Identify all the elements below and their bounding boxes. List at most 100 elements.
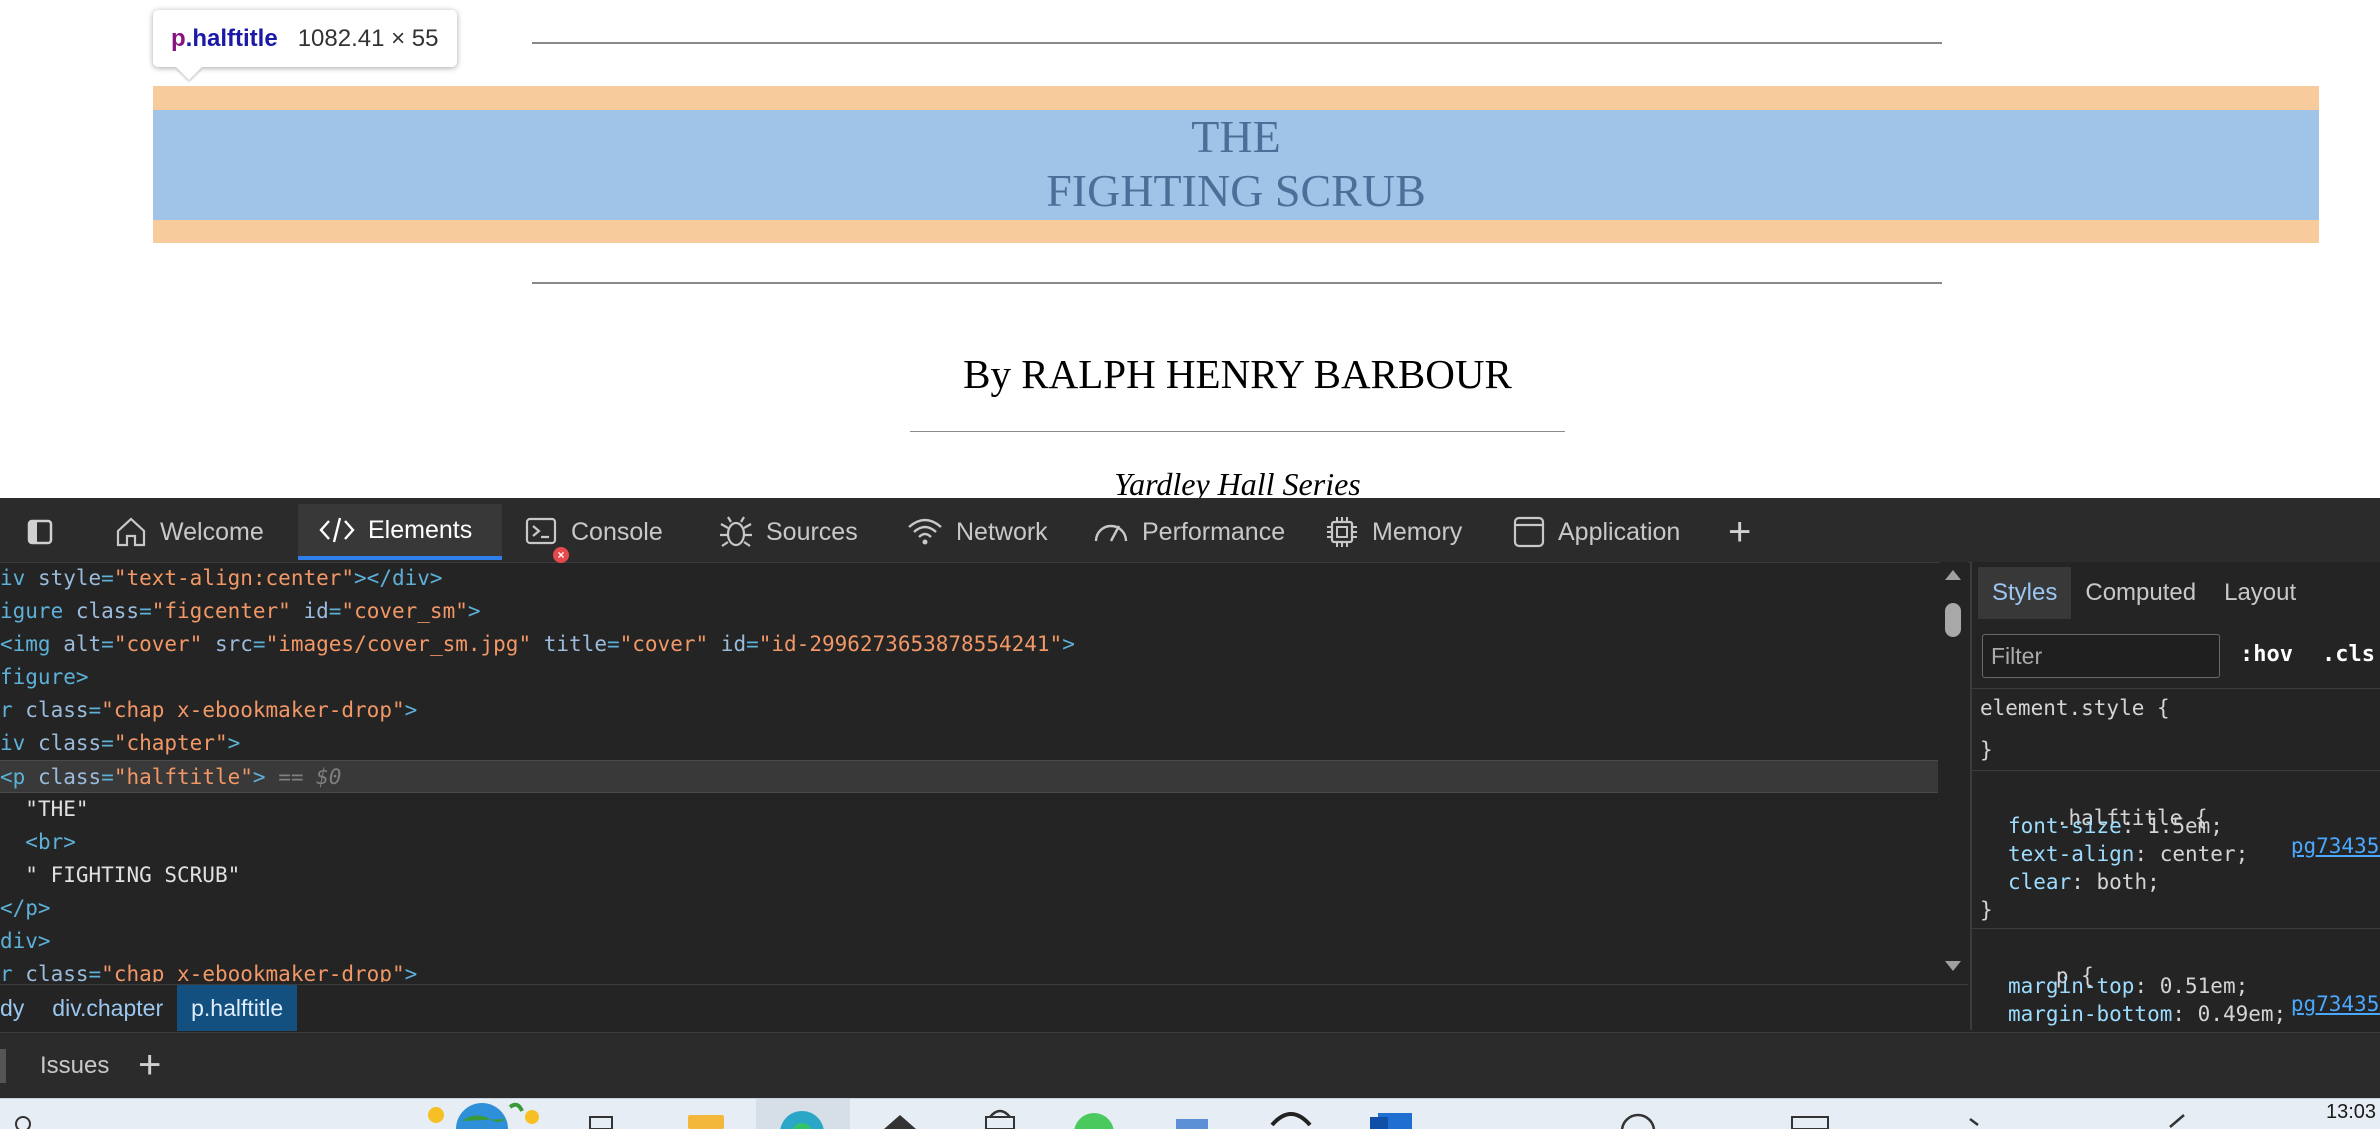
- tab-label: Sources: [766, 517, 858, 546]
- scroll-down-arrow-icon[interactable]: [1945, 961, 1961, 971]
- tab-network[interactable]: Network: [906, 504, 1048, 560]
- toggle-drawer-button[interactable]: [26, 504, 66, 560]
- series-line: Yardley Hall Series: [1114, 466, 1361, 498]
- tab-label: Performance: [1142, 517, 1286, 546]
- element-style-open[interactable]: element.style {: [1980, 694, 2380, 722]
- whatsapp-icon[interactable]: [1072, 1111, 1116, 1129]
- tab-label: Memory: [1372, 517, 1463, 546]
- steam-icon[interactable]: [1268, 1109, 1314, 1129]
- css-declaration[interactable]: text-align: center;: [2008, 840, 2380, 868]
- tab-label: Elements: [368, 515, 473, 544]
- css-declaration[interactable]: margin-top: 0.51em;: [2008, 972, 2380, 1000]
- wifi-icon: [908, 518, 942, 545]
- shopping-bag-icon[interactable]: [980, 1109, 1020, 1129]
- dom-node[interactable]: div>: [0, 925, 1938, 958]
- scroll-up-arrow-icon[interactable]: [1945, 570, 1961, 580]
- css-declaration[interactable]: font-size: 1.5em;: [2008, 812, 2380, 840]
- tab-welcome[interactable]: Welcome: [114, 504, 264, 560]
- store-bag-icon[interactable]: [880, 1111, 920, 1129]
- devtools-drawer: Issues +: [0, 1032, 2380, 1099]
- dom-node[interactable]: </p>: [0, 892, 1938, 925]
- tab-application[interactable]: Application: [1512, 504, 1680, 560]
- css-declaration[interactable]: margin-bottom: 0.49em;: [2008, 1000, 2380, 1028]
- halftitle-paragraph: THE FIGHTING SCRUB: [153, 110, 2319, 220]
- dom-node[interactable]: "THE": [0, 793, 1938, 826]
- dom-node[interactable]: iv style="text-align:center"></div>: [0, 562, 1938, 595]
- styles-filter-input[interactable]: [1982, 634, 2220, 678]
- tray-app-icon[interactable]: [1790, 1113, 1830, 1129]
- breadcrumb-div-chapter[interactable]: div.chapter: [38, 985, 177, 1031]
- add-drawer-tab-button[interactable]: +: [138, 1033, 161, 1099]
- dom-node[interactable]: <img alt="cover" src="images/cover_sm.jp…: [0, 628, 1938, 661]
- rule-close: }: [1980, 898, 1993, 922]
- dom-node[interactable]: r class="chap x-ebookmaker-drop">: [0, 958, 1938, 982]
- drawer-resize-handle[interactable]: [0, 1049, 6, 1083]
- code-icon: [319, 517, 355, 543]
- dom-node[interactable]: igure class="figcenter" id="cover_sm">: [0, 595, 1938, 628]
- breadcrumb-body[interactable]: dy: [0, 985, 38, 1031]
- dom-node[interactable]: iv class="chapter">: [0, 727, 1938, 760]
- styles-tab-bar: Styles Computed Layout: [1972, 562, 2380, 624]
- horizontal-rule: [910, 431, 1565, 432]
- devtools-panel: Welcome Elements × Console Sources Netwo…: [0, 498, 2380, 1099]
- tooltip-arrow: [176, 67, 202, 80]
- add-tab-button[interactable]: +: [1728, 504, 1751, 560]
- styles-pane: Styles Computed Layout :hov .cls element…: [1970, 562, 2380, 1030]
- tab-performance[interactable]: Performance: [1092, 504, 1285, 560]
- widgets-icon[interactable]: [410, 1101, 545, 1129]
- tooltip-class: .halftitle: [185, 24, 278, 52]
- bug-icon: [720, 516, 752, 547]
- file-explorer-icon[interactable]: [686, 1113, 726, 1129]
- edge-browser-icon: [780, 1111, 824, 1129]
- tab-computed[interactable]: Computed: [2071, 567, 2210, 619]
- tray-chevron-icon[interactable]: [1966, 1111, 1986, 1129]
- tab-label: Welcome: [160, 517, 264, 546]
- tooltip-tag: p: [171, 24, 186, 52]
- cls-toggle-button[interactable]: .cls: [2322, 642, 2375, 667]
- console-icon: ×: [525, 515, 569, 563]
- dom-node[interactable]: " FIGHTING SCRUB": [0, 859, 1938, 892]
- tab-memory[interactable]: Memory: [1324, 504, 1462, 560]
- search-icon[interactable]: [14, 1115, 34, 1129]
- tab-styles[interactable]: Styles: [1978, 567, 2072, 619]
- error-badge-icon: ×: [553, 547, 569, 563]
- task-view-icon[interactable]: [586, 1113, 616, 1129]
- sidebar-toggle-icon: [27, 519, 53, 545]
- dom-node[interactable]: figure>: [0, 661, 1938, 694]
- active-app-highlight[interactable]: [756, 1099, 850, 1129]
- dom-tree[interactable]: iv style="text-align:center"></div> igur…: [0, 562, 1940, 982]
- app-icon[interactable]: [1172, 1115, 1212, 1129]
- scrollbar-thumb[interactable]: [1945, 603, 1961, 637]
- css-declaration[interactable]: clear: both;: [2008, 868, 2380, 896]
- tab-elements[interactable]: Elements: [298, 504, 502, 560]
- halftitle-line-2: FIGHTING SCRUB: [1046, 165, 1426, 216]
- dom-node-selected[interactable]: <p class="halftitle"> == $0: [0, 760, 1938, 793]
- breadcrumb-p-halftitle[interactable]: p.halftitle: [177, 985, 298, 1031]
- divider: [1972, 688, 2380, 689]
- divider: [1972, 928, 2380, 929]
- taskbar: 13:03: [0, 1098, 2380, 1129]
- tab-label: Application: [1558, 517, 1681, 546]
- gauge-icon: [1094, 524, 1128, 542]
- inspect-tooltip: p .halftitle 1082.41 × 55: [153, 10, 457, 67]
- tab-layout[interactable]: Layout: [2210, 567, 2310, 619]
- dom-node[interactable]: r class="chap x-ebookmaker-drop">: [0, 694, 1938, 727]
- breadcrumb: dy div.chapter p.halftitle: [0, 984, 1968, 1031]
- chip-icon: [1327, 517, 1357, 547]
- hov-toggle-button[interactable]: :hov: [2240, 642, 2293, 667]
- volume-icon[interactable]: [2166, 1111, 2190, 1129]
- wifi-tray-icon[interactable]: [1618, 1111, 1658, 1129]
- tab-sources[interactable]: Sources: [718, 504, 858, 560]
- divider: [1972, 770, 2380, 771]
- tab-issues[interactable]: Issues: [40, 1033, 109, 1099]
- taskbar-clock[interactable]: 13:03: [2326, 1101, 2376, 1124]
- dom-node[interactable]: <br>: [0, 826, 1938, 859]
- tooltip-size: 1082.41 × 55: [297, 24, 439, 52]
- window-icon: [1513, 516, 1545, 548]
- halftitle-line-1: THE: [1191, 111, 1281, 162]
- tab-label: Network: [956, 517, 1048, 546]
- horizontal-rule: [532, 42, 1942, 44]
- tab-console[interactable]: × Console: [525, 504, 663, 563]
- horizontal-rule: [532, 282, 1942, 284]
- outlook-icon[interactable]: [1368, 1111, 1414, 1129]
